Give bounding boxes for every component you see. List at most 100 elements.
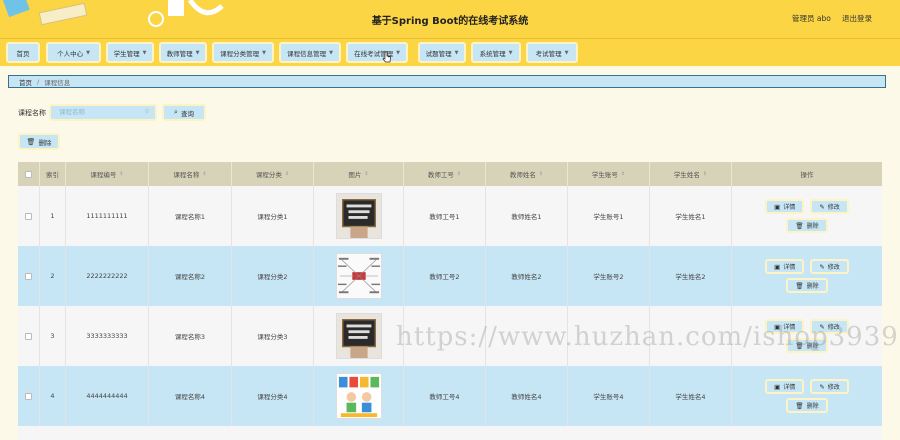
detail-icon: ▣ bbox=[774, 382, 781, 391]
cell-student-account: 学生账号2 bbox=[568, 246, 650, 306]
course-name-input[interactable]: 课程名称 ▽ bbox=[49, 104, 157, 121]
header-teacher-id[interactable]: 教师工号 ⇕ bbox=[404, 162, 486, 186]
row-checkbox[interactable] bbox=[25, 272, 32, 280]
chevron-down-icon: ▼ bbox=[329, 49, 333, 56]
cell-course-category: 课程分类2 bbox=[232, 246, 314, 306]
current-user: 管理员 abo bbox=[792, 14, 831, 23]
header-course-name[interactable]: 课程名称 ⇕ bbox=[149, 162, 232, 186]
cell-image bbox=[314, 246, 404, 306]
edit-icon: ✎ bbox=[819, 382, 825, 391]
cell-actions: ▣ 详情 ✎ 修改 🗑 删除 bbox=[732, 306, 882, 366]
cell-course-code: 4444444444 bbox=[66, 366, 149, 426]
nav-item-teachers[interactable]: 教师管理 ▼ bbox=[159, 42, 207, 63]
select-all-cell bbox=[18, 162, 40, 186]
mouse-cursor-icon bbox=[382, 51, 391, 63]
cell-course-category: 课程分类1 bbox=[232, 186, 314, 246]
breadcrumb-home[interactable]: 首页 bbox=[19, 77, 32, 87]
trash-icon: 🗑 bbox=[795, 401, 804, 410]
row-select-cell bbox=[18, 186, 40, 246]
delete-button[interactable]: 🗑 删除 bbox=[786, 338, 828, 353]
bulk-delete-button[interactable]: 🗑 删除 bbox=[18, 133, 60, 150]
nav-item-online-exam[interactable]: 在线考试管理 ▼ bbox=[346, 42, 408, 63]
header-student-account[interactable]: 学生账号 ⇕ bbox=[568, 162, 650, 186]
header-actions: 操作 bbox=[800, 171, 814, 179]
trash-icon: 🗑 bbox=[795, 281, 804, 290]
row-checkbox[interactable] bbox=[25, 332, 32, 340]
delete-button[interactable]: 🗑 删除 bbox=[786, 398, 828, 413]
row-select-cell bbox=[18, 366, 40, 426]
table-row: 4 4444444444 课程名称4 课程分类4 教师工号4 教师姓名4 学生账… bbox=[18, 366, 882, 426]
header-teacher-name[interactable]: 教师姓名 ⇕ bbox=[486, 162, 568, 186]
delete-button[interactable]: 🗑 删除 bbox=[786, 278, 828, 293]
search-button[interactable]: ⌕ 查询 bbox=[162, 104, 206, 121]
search-label: 课程名称 bbox=[18, 109, 46, 117]
detail-button[interactable]: ▣ 详情 bbox=[765, 199, 805, 214]
sort-icon: ⇕ bbox=[456, 171, 462, 177]
cell-teacher-name: 教师姓名4 bbox=[486, 366, 568, 426]
cell-actions: ▣ 详情 ✎ 修改 🗑 删除 bbox=[732, 246, 882, 306]
sort-icon: ⇕ bbox=[620, 171, 626, 177]
cell-index: 3 bbox=[40, 306, 66, 366]
cell-teacher-id bbox=[404, 306, 486, 366]
trash-icon: 🗑 bbox=[795, 341, 804, 350]
trash-icon: 🗑 bbox=[795, 221, 804, 230]
nav-item-course-info[interactable]: 课程信息管理 ▼ bbox=[279, 42, 341, 63]
cell-course-category: 课程分类4 bbox=[232, 366, 314, 426]
edit-icon: ✎ bbox=[819, 262, 825, 271]
cell-image bbox=[314, 306, 404, 366]
header-student-name[interactable]: 学生姓名 ⇕ bbox=[650, 162, 732, 186]
detail-button[interactable]: ▣ 详情 bbox=[765, 319, 805, 334]
nav-item-course-category[interactable]: 课程分类管理 ▼ bbox=[212, 42, 274, 63]
detail-button[interactable]: ▣ 详情 bbox=[765, 379, 805, 394]
detail-icon: ▣ bbox=[774, 322, 781, 331]
detail-button[interactable]: ▣ 详情 bbox=[765, 259, 805, 274]
chevron-down-icon: ▼ bbox=[396, 49, 400, 56]
nav-item-home[interactable]: 首页 bbox=[6, 42, 40, 63]
nav-item-students[interactable]: 学生管理 ▼ bbox=[106, 42, 154, 63]
cell-teacher-name: 教师姓名1 bbox=[486, 186, 568, 246]
cell-index: 1 bbox=[40, 186, 66, 246]
sort-icon: ⇕ bbox=[702, 171, 708, 177]
edit-button[interactable]: ✎ 修改 bbox=[810, 319, 849, 334]
logout-link[interactable]: 退出登录 bbox=[842, 13, 872, 24]
nav-item-questions[interactable]: 试题管理 ▼ bbox=[418, 42, 466, 63]
nav-item-exams[interactable]: 考试管理 ▼ bbox=[526, 42, 578, 63]
cell-index: 2 bbox=[40, 246, 66, 306]
chevron-down-icon: ▼ bbox=[142, 49, 147, 56]
search-icon: ⌕ bbox=[174, 108, 178, 116]
delete-button[interactable]: 🗑 删除 bbox=[786, 218, 828, 233]
breadcrumb: 首页 / 课程信息 bbox=[8, 75, 886, 88]
edit-button[interactable]: ✎ 修改 bbox=[810, 379, 849, 394]
sort-icon: ⇕ bbox=[119, 171, 124, 177]
header-course-category[interactable]: 课程分类 ⇕ bbox=[232, 162, 314, 186]
cell-actions: ▣ 详情 ✎ 修改 🗑 删除 bbox=[732, 186, 882, 246]
detail-icon: ▣ bbox=[774, 202, 781, 211]
edit-icon: ✎ bbox=[819, 202, 825, 211]
main-nav: 首页 个人中心 ▼ 学生管理 ▼ 教师管理 ▼ 课程分类管理 ▼ 课程信息管理 ▼ 在线考… bbox=[0, 38, 900, 66]
nav-item-system[interactable]: 系统管理 ▼ bbox=[471, 42, 521, 63]
cell-course-name: 课程名称3 bbox=[149, 306, 232, 366]
row-checkbox[interactable] bbox=[25, 392, 32, 400]
table-row: 3 3333333333 课程名称3 课程分类3 ▣ 详情 ✎ 修改 🗑 删除 bbox=[18, 306, 882, 366]
header-course-code[interactable]: 课程编号 ⇕ bbox=[66, 162, 149, 186]
edit-button[interactable]: ✎ 修改 bbox=[810, 199, 849, 214]
course-image-chalkboard bbox=[335, 313, 382, 359]
cell-teacher-id: 教师工号2 bbox=[404, 246, 486, 306]
sort-icon: ⇕ bbox=[538, 171, 544, 177]
nav-item-profile[interactable]: 个人中心 ▼ bbox=[46, 42, 101, 63]
chevron-down-icon: ▼ bbox=[262, 49, 266, 56]
course-image-abcd-kids bbox=[335, 373, 382, 419]
header-index[interactable]: 索引 bbox=[40, 162, 66, 186]
edit-button[interactable]: ✎ 修改 bbox=[810, 259, 849, 274]
sort-icon: ⇕ bbox=[202, 171, 207, 177]
sort-icon: ⇕ bbox=[364, 171, 369, 177]
header-image[interactable]: 图片 ⇕ bbox=[314, 162, 404, 186]
cell-teacher-id: 教师工号1 bbox=[404, 186, 486, 246]
row-checkbox[interactable] bbox=[25, 212, 32, 220]
select-all-checkbox[interactable] bbox=[25, 170, 32, 178]
table-row: 1 1111111111 课程名称1 课程分类1 教师工号1 教师姓名1 学生账… bbox=[18, 186, 882, 246]
cell-student-name: 学生姓名1 bbox=[650, 186, 732, 246]
chevron-down-icon: ▼ bbox=[564, 49, 569, 56]
cell-course-category: 课程分类3 bbox=[232, 306, 314, 366]
chevron-down-icon: ▼ bbox=[195, 49, 200, 56]
